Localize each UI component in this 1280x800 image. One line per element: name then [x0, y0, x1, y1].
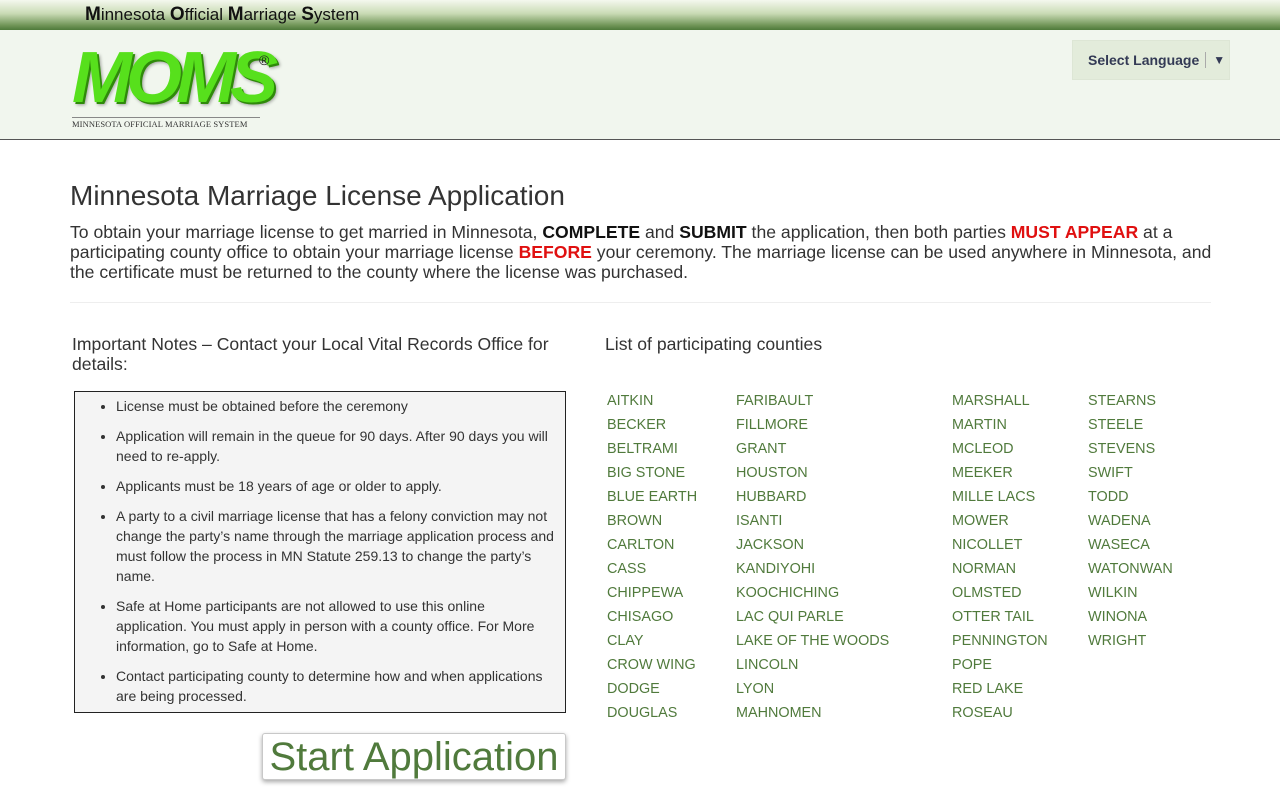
intro-text: the application, then both parties [746, 222, 1011, 242]
county-link[interactable]: MEEKER [952, 461, 1048, 485]
county-link[interactable]: MCLEOD [952, 437, 1048, 461]
county-link[interactable]: MOWER [952, 509, 1048, 533]
top-banner: Minnesota Official Marriage System [0, 0, 1280, 30]
county-link[interactable]: GRANT [736, 437, 889, 461]
county-link[interactable]: KANDIYOHI [736, 557, 889, 581]
county-link[interactable]: STEVENS [1088, 437, 1173, 461]
county-link[interactable]: HOUSTON [736, 461, 889, 485]
note-item: Safe at Home participants are not allowe… [116, 596, 559, 656]
county-link[interactable]: BROWN [607, 509, 697, 533]
site-header: MOMS ® MINNESOTA OFFICIAL MARRIAGE SYSTE… [0, 30, 1280, 140]
title-letter: M [85, 4, 101, 25]
system-title: Minnesota Official Marriage System [85, 4, 359, 26]
county-link[interactable]: LINCOLN [736, 653, 889, 677]
county-link[interactable]: POPE [952, 653, 1048, 677]
note-item: License must be obtained before the cere… [116, 396, 559, 416]
registered-mark: ® [259, 52, 270, 68]
notes-box: License must be obtained before the cere… [74, 391, 566, 713]
title-word: arriage [243, 5, 302, 24]
county-link[interactable]: OLMSTED [952, 581, 1048, 605]
county-link[interactable]: WINONA [1088, 605, 1173, 629]
title-letter: S [301, 4, 314, 25]
county-link[interactable]: DODGE [607, 677, 697, 701]
county-link[interactable]: JACKSON [736, 533, 889, 557]
county-link[interactable]: WATONWAN [1088, 557, 1173, 581]
title-word: fficial [184, 5, 228, 24]
county-link[interactable]: BELTRAMI [607, 437, 697, 461]
county-link[interactable]: FILLMORE [736, 413, 889, 437]
language-select-label: Select Language [1088, 52, 1200, 68]
county-link[interactable]: NORMAN [952, 557, 1048, 581]
moms-logo[interactable]: MOMS ® MINNESOTA OFFICIAL MARRIAGE SYSTE… [72, 38, 278, 130]
county-link[interactable]: WADENA [1088, 509, 1173, 533]
county-column-3: MARSHALL MARTIN MCLEOD MEEKER MILLE LACS MOWE… [952, 389, 1048, 725]
county-column-1: AITKIN BECKER BELTRAMI BIG STONE BLUE EARTH B… [607, 389, 697, 725]
title-letter: M [227, 4, 244, 25]
intro-text: and [640, 222, 680, 242]
intro-emphasis: COMPLETE [542, 222, 641, 242]
intro-emphasis: SUBMIT [679, 222, 747, 242]
county-column-2: FARIBAULT FILLMORE GRANT HOUSTON HUBBARD ISAN… [736, 389, 889, 725]
county-link[interactable]: BECKER [607, 413, 697, 437]
page-title: Minnesota Marriage License Application [70, 180, 565, 211]
county-link[interactable]: LAKE OF THE WOODS [736, 629, 889, 653]
county-link[interactable]: SWIFT [1088, 461, 1173, 485]
county-link[interactable]: STEARNS [1088, 389, 1173, 413]
county-link[interactable]: STEELE [1088, 413, 1173, 437]
section-divider [70, 302, 1211, 303]
county-link[interactable]: CROW WING [607, 653, 697, 677]
notes-heading: Important Notes – Contact your Local Vit… [72, 334, 549, 374]
county-link[interactable]: ISANTI [736, 509, 889, 533]
county-link[interactable]: KOOCHICHING [736, 581, 889, 605]
county-link[interactable]: FARIBAULT [736, 389, 889, 413]
county-link[interactable]: MARSHALL [952, 389, 1048, 413]
county-link[interactable]: LYON [736, 677, 889, 701]
logo-subtitle: MINNESOTA OFFICIAL MARRIAGE SYSTEM [72, 117, 260, 129]
county-link[interactable]: WILKIN [1088, 581, 1173, 605]
county-link[interactable]: HUBBARD [736, 485, 889, 509]
title-word: innesota [100, 5, 170, 24]
county-link[interactable]: PENNINGTON [952, 629, 1048, 653]
county-link[interactable]: CHIPPEWA [607, 581, 697, 605]
logo-wordmark: MOMS [72, 38, 278, 118]
intro-text: To obtain your marriage license to get m… [70, 222, 543, 242]
county-link[interactable]: CLAY [607, 629, 697, 653]
county-link[interactable]: OTTER TAIL [952, 605, 1048, 629]
chevron-down-icon: ▼ [1213, 53, 1226, 67]
note-item: Contact participating county to determin… [116, 666, 559, 706]
county-link[interactable]: CHISAGO [607, 605, 697, 629]
notes-list: License must be obtained before the cere… [75, 396, 559, 706]
note-item: A party to a civil marriage license that… [116, 506, 559, 586]
county-link[interactable]: RED LAKE [952, 677, 1048, 701]
county-link[interactable]: MARTIN [952, 413, 1048, 437]
title-word: ystem [313, 5, 360, 24]
intro-paragraph: To obtain your marriage license to get m… [70, 222, 1215, 282]
note-item: Applicants must be 18 years of age or ol… [116, 476, 559, 496]
county-link[interactable]: CARLTON [607, 533, 697, 557]
note-item: Application will remain in the queue for… [116, 426, 559, 466]
start-application-button[interactable]: Start Application [262, 733, 566, 780]
title-letter: O [169, 4, 185, 25]
county-link[interactable]: WRIGHT [1088, 629, 1173, 653]
county-link[interactable]: BLUE EARTH [607, 485, 697, 509]
county-link[interactable]: WASECA [1088, 533, 1173, 557]
language-select[interactable]: Select Language ▼ [1072, 40, 1230, 80]
county-link[interactable]: MILLE LACS [952, 485, 1048, 509]
county-link[interactable]: LAC QUI PARLE [736, 605, 889, 629]
language-select-divider [1205, 52, 1207, 68]
county-link[interactable]: TODD [1088, 485, 1173, 509]
county-link[interactable]: MAHNOMEN [736, 701, 889, 725]
county-link[interactable]: ROSEAU [952, 701, 1048, 725]
intro-warning: MUST APPEAR [1010, 222, 1139, 242]
county-link[interactable]: NICOLLET [952, 533, 1048, 557]
county-column-4: STEARNS STEELE STEVENS SWIFT TODD WADENA WASEC… [1088, 389, 1173, 653]
county-link[interactable]: AITKIN [607, 389, 697, 413]
counties-heading: List of participating counties [605, 334, 823, 354]
county-link[interactable]: BIG STONE [607, 461, 697, 485]
county-link[interactable]: DOUGLAS [607, 701, 697, 725]
intro-warning: BEFORE [518, 242, 592, 262]
county-link[interactable]: CASS [607, 557, 697, 581]
